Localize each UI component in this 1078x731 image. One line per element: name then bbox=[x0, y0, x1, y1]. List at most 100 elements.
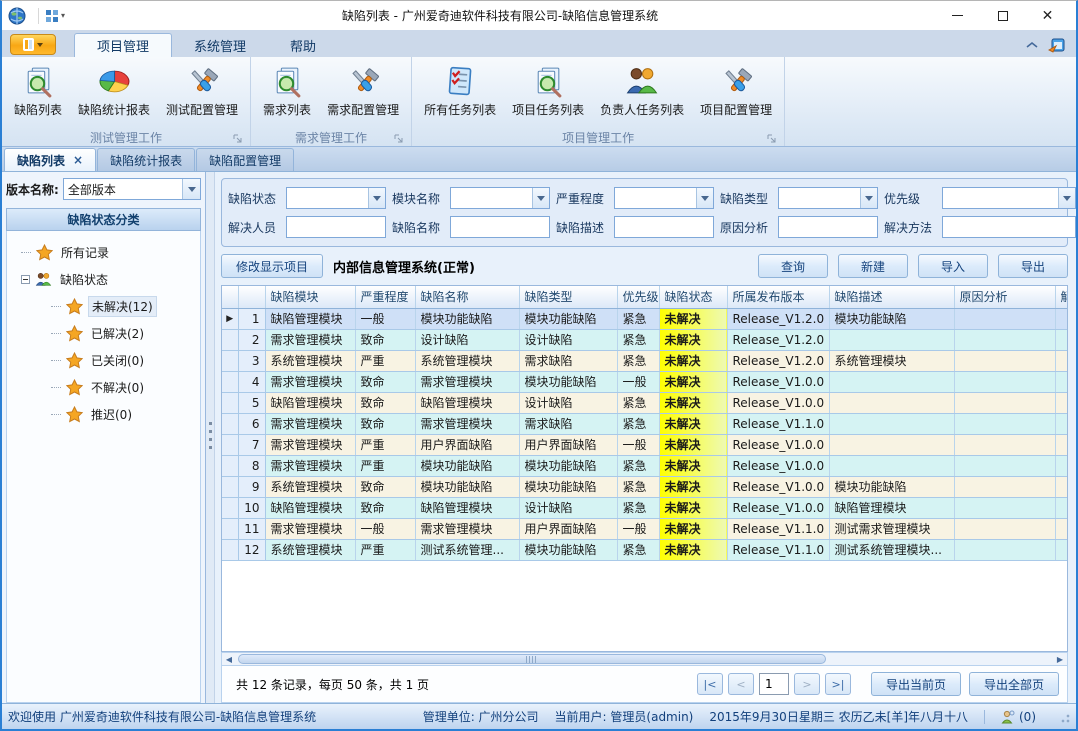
grid-cell[interactable]: 需求管理模块 bbox=[265, 371, 355, 392]
grid-cell[interactable]: 设计缺陷 bbox=[519, 329, 617, 350]
grid-cell[interactable] bbox=[1055, 392, 1068, 413]
grid-row[interactable]: 10缺陷管理模块致命缺陷管理模块设计缺陷紧急未解决Release_V1.0.0缺… bbox=[222, 497, 1068, 518]
grid-cell[interactable]: 模块功能缺陷 bbox=[519, 455, 617, 476]
grid-cell[interactable]: 严重 bbox=[355, 350, 415, 371]
doc-tab-缺陷配置管理[interactable]: 缺陷配置管理 bbox=[196, 148, 294, 171]
version-select[interactable]: 全部版本 bbox=[63, 178, 201, 200]
row-selector-cell[interactable] bbox=[222, 434, 238, 455]
grid-column-header[interactable]: 缺陷描述 bbox=[829, 286, 954, 308]
grid-cell[interactable] bbox=[954, 434, 1055, 455]
grid-cell[interactable]: 测试需求管理模块 bbox=[829, 518, 954, 539]
export-button[interactable]: 导出 bbox=[998, 254, 1068, 278]
grid-cell[interactable]: 需求管理模块 bbox=[265, 413, 355, 434]
grid-cell[interactable]: 用户界面缺陷 bbox=[519, 434, 617, 455]
grid-row[interactable]: 4需求管理模块致命需求管理模块模块功能缺陷一般未解决Release_V1.0.0 bbox=[222, 371, 1068, 392]
grid-cell[interactable]: 模块功能缺陷 bbox=[519, 476, 617, 497]
grid-cell[interactable]: 需求缺陷 bbox=[519, 350, 617, 371]
pager-button[interactable]: > bbox=[794, 673, 820, 695]
filter-select-缺陷类型[interactable] bbox=[778, 187, 878, 209]
resize-grip[interactable] bbox=[1058, 711, 1070, 723]
grid-cell[interactable]: 系统管理模块 bbox=[265, 539, 355, 560]
tree-node[interactable]: 缺陷状态 bbox=[21, 266, 200, 293]
grid-cell[interactable]: 未解决 bbox=[659, 434, 727, 455]
modify-columns-button[interactable]: 修改显示项目 bbox=[221, 254, 323, 278]
tree-node[interactable]: 推迟(0) bbox=[51, 401, 200, 428]
grid-cell[interactable]: 用户界面缺陷 bbox=[415, 434, 519, 455]
row-selector-cell[interactable]: ▶ bbox=[222, 308, 238, 329]
grid-cell[interactable] bbox=[954, 308, 1055, 329]
grid-row[interactable]: 7需求管理模块严重用户界面缺陷用户界面缺陷一般未解决Release_V1.0.0 bbox=[222, 434, 1068, 455]
dialog-launcher-icon[interactable] bbox=[767, 134, 776, 143]
grid-cell[interactable]: 未解决 bbox=[659, 350, 727, 371]
grid-cell[interactable]: 需求管理模块 bbox=[415, 518, 519, 539]
tree-node[interactable]: 未解决(12) bbox=[51, 293, 200, 320]
grid-cell[interactable] bbox=[954, 455, 1055, 476]
row-selector-cell[interactable] bbox=[222, 539, 238, 560]
grid-cell[interactable] bbox=[954, 371, 1055, 392]
grid-column-header[interactable]: 解决方法 bbox=[1055, 286, 1068, 308]
grid-cell[interactable]: 需求管理模块 bbox=[415, 413, 519, 434]
grid-row[interactable]: 11需求管理模块一般需求管理模块用户界面缺陷一般未解决Release_V1.1.… bbox=[222, 518, 1068, 539]
export-current-page-button[interactable]: 导出当前页 bbox=[871, 672, 961, 696]
grid-cell[interactable] bbox=[954, 476, 1055, 497]
maximize-button[interactable] bbox=[980, 3, 1025, 29]
close-button[interactable]: ✕ bbox=[1025, 3, 1070, 29]
grid-cell[interactable]: 测试系统管理模块... bbox=[829, 539, 954, 560]
grid-cell[interactable] bbox=[829, 434, 954, 455]
grid-cell[interactable]: Release_V1.0.0 bbox=[727, 392, 829, 413]
tree-expander-icon[interactable] bbox=[21, 275, 30, 284]
grid-cell[interactable]: Release_V1.1.0 bbox=[727, 413, 829, 434]
grid-cell[interactable] bbox=[954, 413, 1055, 434]
grid-cell[interactable]: Release_V1.0.0 bbox=[727, 476, 829, 497]
grid-cell[interactable]: 紧急 bbox=[617, 308, 659, 329]
grid-cell[interactable]: 未解决 bbox=[659, 392, 727, 413]
scrollbar-thumb[interactable] bbox=[238, 654, 826, 664]
grid-cell[interactable]: 未解决 bbox=[659, 329, 727, 350]
quick-access-toolbar-button[interactable]: ▾ bbox=[45, 9, 65, 23]
grid-cell[interactable] bbox=[829, 329, 954, 350]
grid-column-header[interactable]: 缺陷模块 bbox=[265, 286, 355, 308]
grid-cell[interactable]: 需求缺陷 bbox=[519, 413, 617, 434]
new-button[interactable]: 新建 bbox=[838, 254, 908, 278]
scroll-left-icon[interactable]: ◀ bbox=[222, 653, 236, 665]
grid-cell[interactable]: 严重 bbox=[355, 539, 415, 560]
grid-cell[interactable]: 需求管理模块 bbox=[265, 434, 355, 455]
export-all-pages-button[interactable]: 导出全部页 bbox=[969, 672, 1059, 696]
grid-column-header[interactable]: 缺陷状态 bbox=[659, 286, 727, 308]
grid-cell[interactable]: 系统管理模块 bbox=[265, 476, 355, 497]
grid-cell[interactable] bbox=[1055, 329, 1068, 350]
grid-cell[interactable]: 紧急 bbox=[617, 539, 659, 560]
grid-cell[interactable] bbox=[829, 455, 954, 476]
filter-input-解决人员[interactable] bbox=[287, 217, 385, 237]
grid-cell[interactable]: Release_V1.2.0 bbox=[727, 350, 829, 371]
grid-cell[interactable]: Release_V1.0.0 bbox=[727, 497, 829, 518]
grid-cell[interactable]: 紧急 bbox=[617, 392, 659, 413]
grid-column-header[interactable]: 缺陷类型 bbox=[519, 286, 617, 308]
grid-cell[interactable] bbox=[954, 518, 1055, 539]
grid-cell[interactable]: 紧急 bbox=[617, 497, 659, 518]
grid-cell[interactable]: 模块功能缺陷 bbox=[519, 308, 617, 329]
grid-cell[interactable]: Release_V1.0.0 bbox=[727, 434, 829, 455]
grid-cell[interactable]: 模块功能缺陷 bbox=[415, 308, 519, 329]
row-selector-cell[interactable] bbox=[222, 413, 238, 434]
grid-cell[interactable]: 致命 bbox=[355, 329, 415, 350]
grid-cell[interactable]: 一般 bbox=[617, 518, 659, 539]
grid-row[interactable]: 12系统管理模块严重测试系统管理...模块功能缺陷紧急未解决Release_V1… bbox=[222, 539, 1068, 560]
grid-column-header[interactable]: 优先级 bbox=[617, 286, 659, 308]
grid-cell[interactable]: 严重 bbox=[355, 434, 415, 455]
chevron-down-icon[interactable] bbox=[532, 188, 549, 208]
grid-cell[interactable]: 紧急 bbox=[617, 413, 659, 434]
page-number-input[interactable] bbox=[759, 673, 789, 695]
grid-cell[interactable]: 设计缺陷 bbox=[415, 329, 519, 350]
grid-cell[interactable]: 致命 bbox=[355, 392, 415, 413]
grid-cell[interactable] bbox=[1055, 371, 1068, 392]
tree-node[interactable]: 所有记录 bbox=[21, 239, 200, 266]
ribbon-button-测试配置管理[interactable]: 测试配置管理 bbox=[160, 61, 244, 121]
grid-cell[interactable]: Release_V1.1.0 bbox=[727, 518, 829, 539]
chevron-down-icon[interactable] bbox=[1058, 188, 1075, 208]
grid-cell[interactable]: 致命 bbox=[355, 497, 415, 518]
filter-select-优先级[interactable] bbox=[942, 187, 1076, 209]
vertical-splitter[interactable] bbox=[206, 172, 215, 703]
grid-cell[interactable]: 系统管理模块 bbox=[415, 350, 519, 371]
grid-cell[interactable]: 紧急 bbox=[617, 350, 659, 371]
